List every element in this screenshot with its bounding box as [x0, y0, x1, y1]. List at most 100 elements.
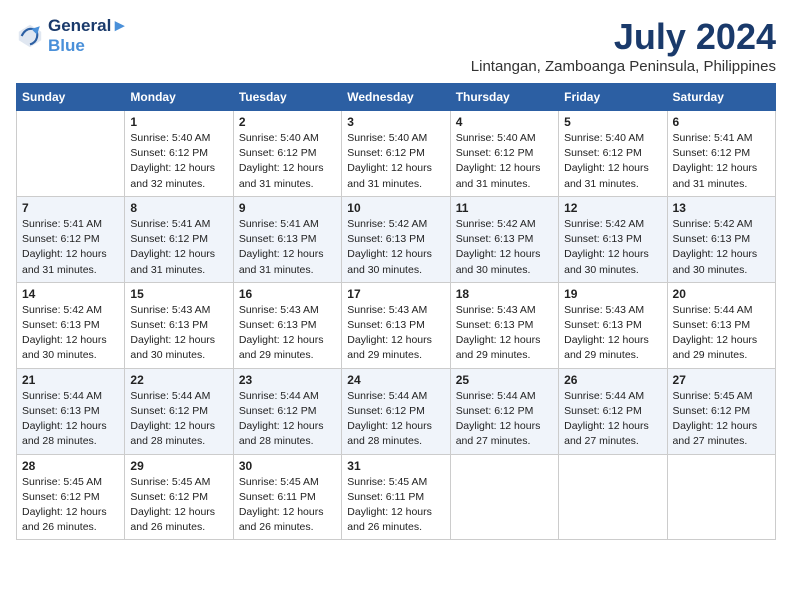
day-info: Sunrise: 5:42 AMSunset: 6:13 PMDaylight:…: [456, 217, 553, 278]
day-number: 1: [130, 115, 227, 129]
day-number: 20: [673, 287, 770, 301]
day-number: 5: [564, 115, 661, 129]
calendar-cell: [17, 111, 125, 197]
main-title: July 2024: [471, 16, 776, 58]
week-row-3: 14 Sunrise: 5:42 AMSunset: 6:13 PMDayligh…: [17, 282, 776, 368]
day-info: Sunrise: 5:44 AMSunset: 6:12 PMDaylight:…: [564, 389, 661, 450]
day-number: 2: [239, 115, 336, 129]
calendar-cell: 20 Sunrise: 5:44 AMSunset: 6:13 PMDayligh…: [667, 282, 775, 368]
day-number: 27: [673, 373, 770, 387]
week-row-2: 7 Sunrise: 5:41 AMSunset: 6:12 PMDaylight…: [17, 196, 776, 282]
day-number: 6: [673, 115, 770, 129]
day-info: Sunrise: 5:44 AMSunset: 6:12 PMDaylight:…: [239, 389, 336, 450]
col-header-wednesday: Wednesday: [342, 84, 450, 111]
day-info: Sunrise: 5:43 AMSunset: 6:13 PMDaylight:…: [456, 303, 553, 364]
day-number: 3: [347, 115, 444, 129]
week-row-1: 1 Sunrise: 5:40 AMSunset: 6:12 PMDaylight…: [17, 111, 776, 197]
calendar-cell: 24 Sunrise: 5:44 AMSunset: 6:12 PMDayligh…: [342, 368, 450, 454]
day-info: Sunrise: 5:40 AMSunset: 6:12 PMDaylight:…: [564, 131, 661, 192]
day-number: 29: [130, 459, 227, 473]
day-number: 7: [22, 201, 119, 215]
col-header-tuesday: Tuesday: [233, 84, 341, 111]
calendar-cell: 23 Sunrise: 5:44 AMSunset: 6:12 PMDayligh…: [233, 368, 341, 454]
calendar-cell: 18 Sunrise: 5:43 AMSunset: 6:13 PMDayligh…: [450, 282, 558, 368]
day-number: 11: [456, 201, 553, 215]
day-number: 18: [456, 287, 553, 301]
day-info: Sunrise: 5:40 AMSunset: 6:12 PMDaylight:…: [456, 131, 553, 192]
calendar-cell: 9 Sunrise: 5:41 AMSunset: 6:13 PMDaylight…: [233, 196, 341, 282]
day-number: 31: [347, 459, 444, 473]
day-info: Sunrise: 5:41 AMSunset: 6:13 PMDaylight:…: [239, 217, 336, 278]
calendar-cell: 15 Sunrise: 5:43 AMSunset: 6:13 PMDayligh…: [125, 282, 233, 368]
logo-icon: [16, 22, 44, 50]
day-number: 19: [564, 287, 661, 301]
day-number: 9: [239, 201, 336, 215]
calendar-cell: 29 Sunrise: 5:45 AMSunset: 6:12 PMDayligh…: [125, 454, 233, 540]
day-number: 23: [239, 373, 336, 387]
calendar-cell: 28Sunrise: 5:45 AMSunset: 6:12 PMDayligh…: [17, 454, 125, 540]
day-number: 14: [22, 287, 119, 301]
day-info: Sunrise: 5:45 AMSunset: 6:12 PMDaylight:…: [673, 389, 770, 450]
day-info: Sunrise: 5:40 AMSunset: 6:12 PMDaylight:…: [239, 131, 336, 192]
calendar-cell: 25Sunrise: 5:44 AMSunset: 6:12 PMDayligh…: [450, 368, 558, 454]
calendar-cell: 13Sunrise: 5:42 AMSunset: 6:13 PMDayligh…: [667, 196, 775, 282]
calendar-cell: 22Sunrise: 5:44 AMSunset: 6:12 PMDayligh…: [125, 368, 233, 454]
calendar-cell: [450, 454, 558, 540]
calendar-cell: 3 Sunrise: 5:40 AMSunset: 6:12 PMDaylight…: [342, 111, 450, 197]
calendar-cell: 26 Sunrise: 5:44 AMSunset: 6:12 PMDayligh…: [559, 368, 667, 454]
day-info: Sunrise: 5:43 AMSunset: 6:13 PMDaylight:…: [347, 303, 444, 364]
calendar-cell: 14 Sunrise: 5:42 AMSunset: 6:13 PMDayligh…: [17, 282, 125, 368]
calendar-cell: 27 Sunrise: 5:45 AMSunset: 6:12 PMDayligh…: [667, 368, 775, 454]
calendar-cell: 30 Sunrise: 5:45 AMSunset: 6:11 PMDayligh…: [233, 454, 341, 540]
day-number: 26: [564, 373, 661, 387]
day-number: 13: [673, 201, 770, 215]
day-info: Sunrise: 5:42 AMSunset: 6:13 PMDaylight:…: [564, 217, 661, 278]
calendar-cell: 5 Sunrise: 5:40 AMSunset: 6:12 PMDaylight…: [559, 111, 667, 197]
calendar-header-row: SundayMondayTuesdayWednesdayThursdayFrid…: [17, 84, 776, 111]
day-info: Sunrise: 5:41 AMSunset: 6:12 PMDaylight:…: [22, 217, 119, 278]
calendar-cell: 12Sunrise: 5:42 AMSunset: 6:13 PMDayligh…: [559, 196, 667, 282]
calendar-cell: 16Sunrise: 5:43 AMSunset: 6:13 PMDayligh…: [233, 282, 341, 368]
day-number: 16: [239, 287, 336, 301]
day-info: Sunrise: 5:40 AMSunset: 6:12 PMDaylight:…: [130, 131, 227, 192]
calendar-cell: 4 Sunrise: 5:40 AMSunset: 6:12 PMDaylight…: [450, 111, 558, 197]
week-row-5: 28Sunrise: 5:45 AMSunset: 6:12 PMDayligh…: [17, 454, 776, 540]
day-number: 21: [22, 373, 119, 387]
day-number: 15: [130, 287, 227, 301]
logo-text: General► Blue: [48, 16, 128, 56]
day-info: Sunrise: 5:42 AMSunset: 6:13 PMDaylight:…: [22, 303, 119, 364]
col-header-friday: Friday: [559, 84, 667, 111]
day-number: 10: [347, 201, 444, 215]
calendar-cell: 6 Sunrise: 5:41 AMSunset: 6:12 PMDaylight…: [667, 111, 775, 197]
calendar-cell: 7 Sunrise: 5:41 AMSunset: 6:12 PMDaylight…: [17, 196, 125, 282]
calendar-cell: 11 Sunrise: 5:42 AMSunset: 6:13 PMDayligh…: [450, 196, 558, 282]
day-info: Sunrise: 5:41 AMSunset: 6:12 PMDaylight:…: [130, 217, 227, 278]
calendar-table: SundayMondayTuesdayWednesdayThursdayFrid…: [16, 83, 776, 540]
calendar-cell: 17Sunrise: 5:43 AMSunset: 6:13 PMDayligh…: [342, 282, 450, 368]
day-info: Sunrise: 5:40 AMSunset: 6:12 PMDaylight:…: [347, 131, 444, 192]
calendar-cell: 2 Sunrise: 5:40 AMSunset: 6:12 PMDaylight…: [233, 111, 341, 197]
day-number: 8: [130, 201, 227, 215]
day-info: Sunrise: 5:41 AMSunset: 6:12 PMDaylight:…: [673, 131, 770, 192]
day-info: Sunrise: 5:43 AMSunset: 6:13 PMDaylight:…: [130, 303, 227, 364]
day-number: 25: [456, 373, 553, 387]
day-number: 30: [239, 459, 336, 473]
day-number: 24: [347, 373, 444, 387]
calendar-cell: 8 Sunrise: 5:41 AMSunset: 6:12 PMDaylight…: [125, 196, 233, 282]
calendar-cell: 21Sunrise: 5:44 AMSunset: 6:13 PMDayligh…: [17, 368, 125, 454]
day-number: 4: [456, 115, 553, 129]
header: General► Blue July 2024 Lintangan, Zambo…: [16, 16, 776, 75]
col-header-monday: Monday: [125, 84, 233, 111]
title-area: July 2024 Lintangan, Zamboanga Peninsula…: [471, 16, 776, 75]
day-number: 22: [130, 373, 227, 387]
calendar-cell: 10Sunrise: 5:42 AMSunset: 6:13 PMDayligh…: [342, 196, 450, 282]
day-info: Sunrise: 5:44 AMSunset: 6:12 PMDaylight:…: [347, 389, 444, 450]
day-info: Sunrise: 5:45 AMSunset: 6:11 PMDaylight:…: [347, 475, 444, 536]
day-info: Sunrise: 5:45 AMSunset: 6:12 PMDaylight:…: [130, 475, 227, 536]
subtitle: Lintangan, Zamboanga Peninsula, Philippi…: [471, 58, 776, 75]
calendar-cell: 19Sunrise: 5:43 AMSunset: 6:13 PMDayligh…: [559, 282, 667, 368]
week-row-4: 21Sunrise: 5:44 AMSunset: 6:13 PMDayligh…: [17, 368, 776, 454]
day-info: Sunrise: 5:44 AMSunset: 6:13 PMDaylight:…: [673, 303, 770, 364]
day-info: Sunrise: 5:45 AMSunset: 6:12 PMDaylight:…: [22, 475, 119, 536]
day-info: Sunrise: 5:45 AMSunset: 6:11 PMDaylight:…: [239, 475, 336, 536]
